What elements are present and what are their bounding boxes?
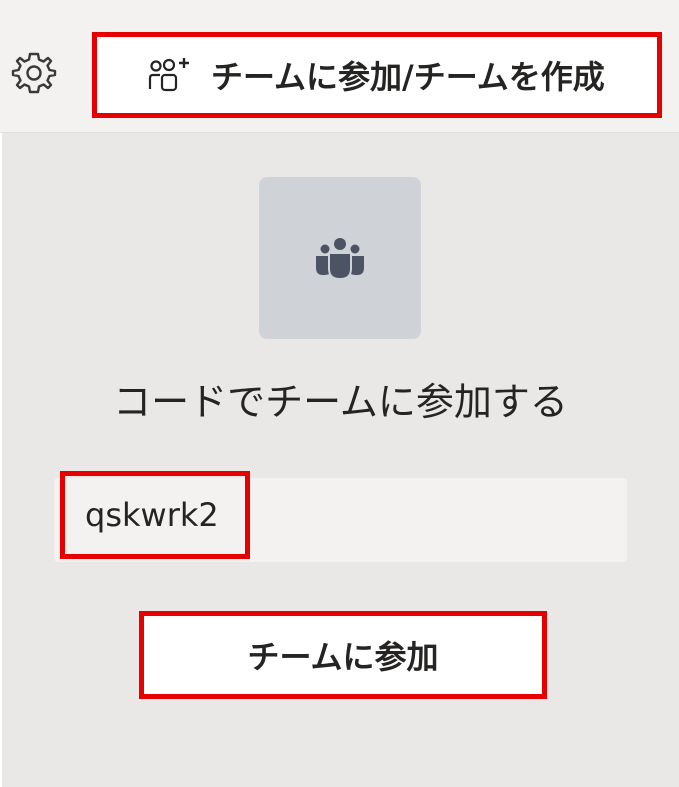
team-code-input[interactable]: qskwrk2 bbox=[60, 471, 250, 559]
teams-group-icon bbox=[316, 238, 364, 278]
join-or-create-team-label: チームに参加/チームを作成 bbox=[211, 58, 605, 96]
join-with-code-heading: コードでチームに参加する bbox=[113, 380, 568, 424]
join-with-code-panel: コードでチームに参加する qskwrk2 チームに参加 bbox=[2, 133, 679, 787]
top-bar: チームに参加/チームを作成 bbox=[0, 0, 679, 133]
join-team-button[interactable]: チームに参加 bbox=[139, 611, 547, 699]
team-tile bbox=[259, 177, 421, 339]
gear-icon[interactable] bbox=[11, 50, 57, 96]
people-add-icon bbox=[147, 55, 195, 95]
join-or-create-team-button[interactable]: チームに参加/チームを作成 bbox=[92, 32, 662, 118]
